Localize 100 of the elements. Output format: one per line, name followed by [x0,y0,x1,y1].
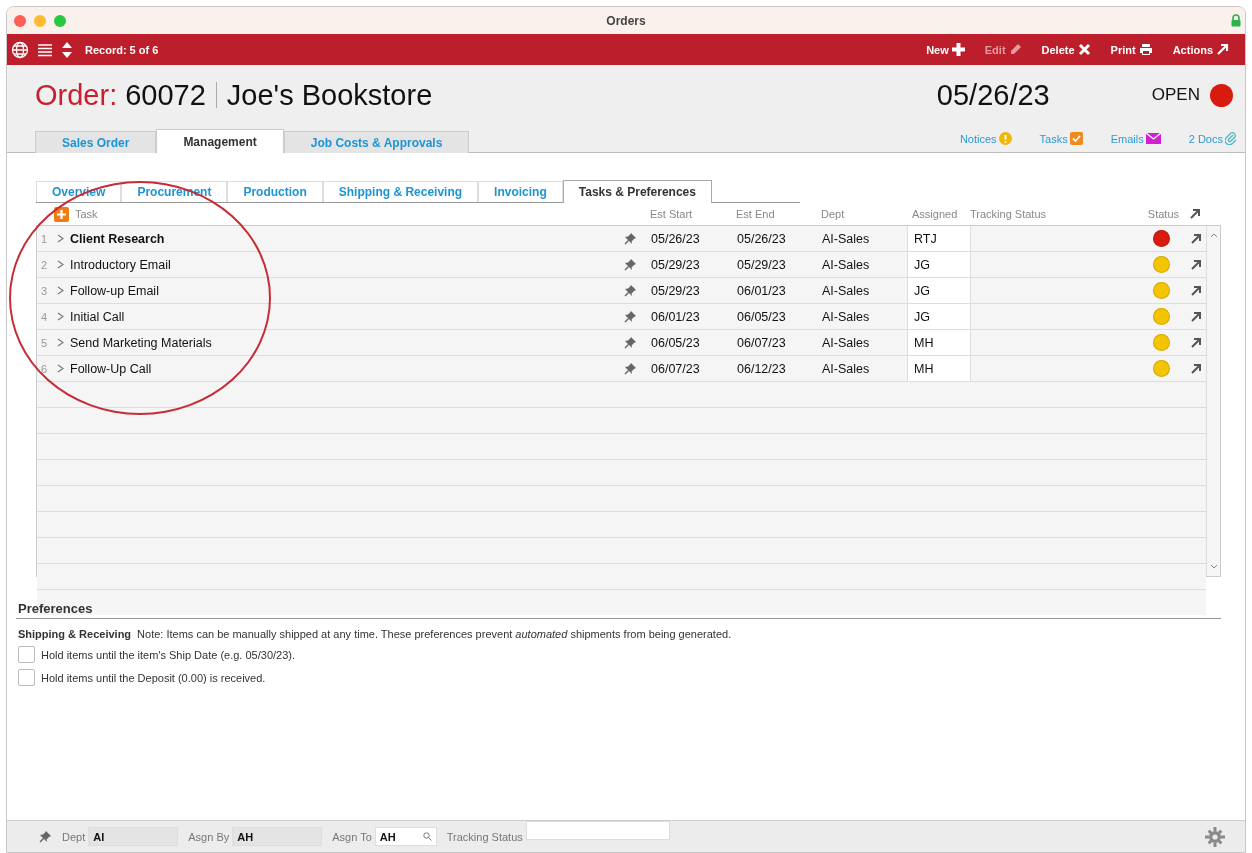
row-number: 6 [41,362,49,375]
order-status: OPEN [1151,85,1200,105]
field-label: Tracking Status [446,830,523,843]
column-header: Status [1146,208,1180,220]
column-header: Tracking Status [970,208,1047,220]
record-counter: Record: 5 of 6 [85,43,159,56]
pin-icon[interactable] [624,310,637,323]
chevron-icon[interactable] [57,260,64,269]
cross-icon [1077,43,1091,56]
row-number: 5 [41,336,49,349]
section-label: Shipping & Receiving [18,628,132,640]
close-button[interactable] [14,14,26,27]
table-cell-text: 06/01/23 [650,309,701,324]
tab[interactable]: Tasks & Preferences [562,180,712,203]
table-cell-text: AI-Sales [821,335,871,350]
pin-icon[interactable] [39,830,52,843]
field-label: Asgn To [332,830,372,843]
table-cell-text: 05/26/23 [736,231,787,246]
table-cell-text: 05/26/23 [650,231,701,246]
toolbar-action[interactable]: New [920,43,971,56]
exclamation-icon [998,132,1012,145]
lock-icon [1231,14,1241,27]
table-cell-text: 06/12/23 [736,361,787,376]
row-number: 2 [41,258,49,271]
tab[interactable]: Management [156,129,284,153]
row-number: 3 [41,284,49,297]
input-field[interactable]: AH [232,827,323,846]
task-name[interactable]: Introductory Email [70,257,171,272]
pin-icon[interactable] [624,362,637,375]
chevron-icon[interactable] [57,364,64,373]
task-name[interactable]: Follow-up Email [70,283,159,298]
column-header: Assigned [911,208,959,220]
table-cell-text: 06/05/23 [736,309,787,324]
diagonal-arrow-icon [1216,43,1229,56]
table-cell-text: 06/05/23 [650,335,701,350]
scroll-up-icon[interactable] [1209,232,1218,238]
input-field[interactable]: AI [88,827,179,846]
note-text: Note: Items can be manually shipped at any time. These preferences prevent automated shipments from being generated. [137,628,732,640]
chevron-icon[interactable] [57,338,64,347]
checkbox-label: Hold items until the Deposit (0.00) is received. [41,671,266,684]
task-name[interactable]: Initial Call [70,309,125,324]
paperclip-icon [1225,132,1237,145]
pencil-icon [1008,43,1022,56]
table-cell-text: 05/29/23 [650,257,701,272]
chevron-icon[interactable] [57,312,64,321]
field-label: Asgn By [188,830,230,843]
order-label: Order: [35,78,118,112]
plus-icon [951,43,965,56]
table-cell-text: 06/07/23 [650,361,701,376]
window-title: Orders [605,13,647,28]
pin-icon[interactable] [624,258,637,271]
task-name[interactable]: Client Research [70,231,165,246]
checkbox[interactable] [18,669,35,686]
task-name[interactable]: Send Marketing Materials [70,335,212,350]
table-cell-text: AI-Sales [821,283,871,298]
table-cell-text: AI-Sales [821,361,871,376]
scrollbar[interactable] [1206,226,1220,576]
column-header: Est Start [649,208,694,220]
row-number: 4 [41,310,49,323]
pin-icon[interactable] [624,284,637,297]
chevron-icon[interactable] [57,234,64,243]
add-icon[interactable] [54,206,69,222]
pin-icon[interactable] [624,336,637,349]
up-down-arrows-icon[interactable] [61,40,73,59]
table-cell-text: 05/29/23 [650,283,701,298]
checkbox-label: Hold items until the item's Ship Date (e.g. 05/30/23). [41,648,295,661]
input-field[interactable]: AH [374,827,437,846]
toolbar-action[interactable]: Delete [1035,43,1097,56]
printer-icon [1138,43,1153,56]
row-number: 1 [41,232,49,245]
input-field[interactable] [525,821,670,840]
table-cell: JG [907,278,971,303]
globe-icon[interactable] [11,40,29,59]
toolbar-action[interactable]: Print [1104,43,1159,56]
table-cell: JG [907,304,971,329]
table-cell-text: 06/07/23 [736,335,787,350]
chevron-icon[interactable] [57,286,64,295]
tab[interactable]: Shipping & Receiving [322,181,479,202]
table-cell: MH [907,356,971,381]
table-cell-text: 05/29/23 [736,257,787,272]
search-icon[interactable] [422,832,432,841]
section-title: Preferences [16,601,1221,619]
toolbar-action[interactable]: Actions [1166,43,1235,56]
envelope-icon [1145,133,1161,144]
checkbox[interactable] [18,646,35,663]
pin-icon[interactable] [624,232,637,245]
tab[interactable]: Production [227,181,323,202]
task-name[interactable]: Follow-Up Call [70,361,152,376]
list-icon[interactable] [37,42,53,57]
table-cell-text: 06/01/23 [736,283,787,298]
column-header: Task [75,208,98,220]
table-cell-text: AI-Sales [821,257,871,272]
order-date: 05/26/23 [936,78,1051,112]
field-label: Dept [62,830,86,843]
table-cell: JG [907,252,971,277]
tab[interactable]: Invoicing [478,181,563,202]
scroll-down-icon[interactable] [1209,564,1218,570]
customer-name: Joe's Bookstore [226,78,433,112]
settings-icon[interactable] [1205,826,1225,847]
table-cell-text: AI-Sales [821,309,871,324]
